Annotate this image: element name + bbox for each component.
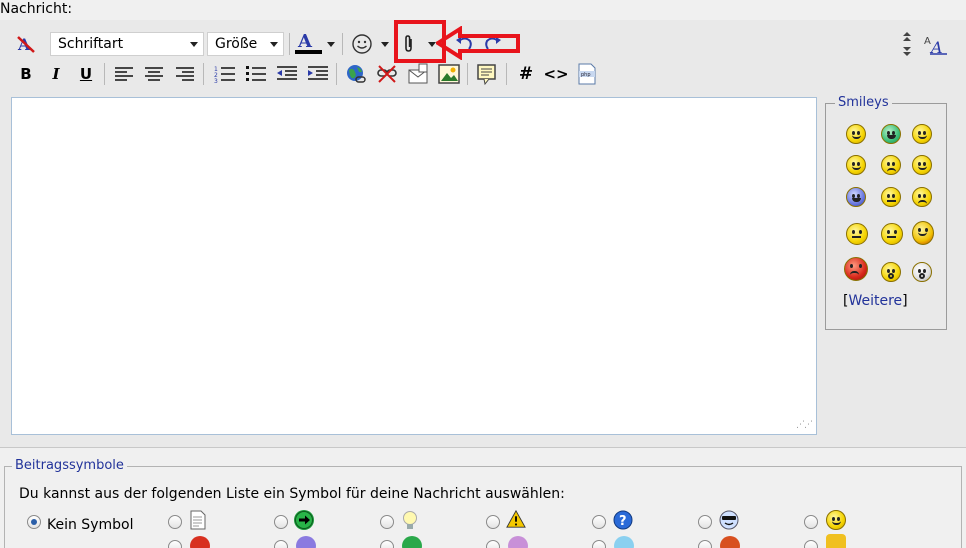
post-icon-radio[interactable] bbox=[380, 540, 394, 548]
post-icon-radio-none[interactable] bbox=[27, 515, 41, 529]
align-center-icon[interactable] bbox=[142, 62, 166, 86]
svg-text:?: ? bbox=[619, 514, 627, 529]
bracket-close: ] bbox=[902, 293, 908, 309]
size-select-value: Größe bbox=[215, 36, 258, 52]
size-select[interactable]: Größe bbox=[207, 32, 284, 56]
annotation-arrow-icon bbox=[436, 26, 520, 60]
thumbs-up-icon bbox=[826, 534, 846, 548]
indent-icon[interactable] bbox=[306, 62, 330, 86]
warning-icon bbox=[506, 509, 526, 529]
smiley-happy-icon[interactable] bbox=[846, 124, 866, 144]
post-icon-radio[interactable] bbox=[592, 515, 606, 529]
post-icons-description: Du kannst aus der folgenden Liste ein Sy… bbox=[19, 486, 565, 502]
php-code-icon[interactable]: php bbox=[575, 62, 599, 86]
chevron-down-icon bbox=[270, 42, 278, 47]
message-label: Nachricht: bbox=[0, 1, 73, 17]
toolbar-separator bbox=[104, 63, 105, 85]
document-icon bbox=[188, 510, 208, 530]
toolbar-separator bbox=[203, 63, 204, 85]
smiley-insert-icon[interactable] bbox=[350, 32, 374, 56]
post-icon-radio[interactable] bbox=[698, 540, 712, 548]
post-icon-radio[interactable] bbox=[592, 540, 606, 548]
svg-text:php: php bbox=[581, 72, 591, 78]
toolbar-separator bbox=[336, 63, 337, 85]
post-icon-radio[interactable] bbox=[168, 540, 182, 548]
svg-text:A: A bbox=[924, 36, 931, 47]
svg-text:3: 3 bbox=[214, 78, 218, 83]
toolbar-separator bbox=[467, 63, 468, 85]
smiley-laugh-icon[interactable] bbox=[846, 187, 866, 207]
post-icon-radio[interactable] bbox=[804, 515, 818, 529]
post-icon-radio[interactable] bbox=[804, 540, 818, 548]
toolbar-separator bbox=[506, 63, 507, 85]
resize-toggle-icon[interactable] bbox=[895, 32, 919, 56]
font-color-icon[interactable]: A bbox=[294, 31, 324, 55]
post-icon-none-label: Kein Symbol bbox=[47, 517, 134, 533]
toolbar-separator bbox=[289, 33, 290, 55]
remove-link-icon[interactable] bbox=[375, 62, 399, 86]
toolbar-separator bbox=[342, 33, 343, 55]
message-textarea[interactable]: ⋰⋰ bbox=[11, 97, 817, 435]
smiley-surprised-icon[interactable] bbox=[881, 262, 901, 282]
remove-format-icon[interactable]: A bbox=[14, 32, 38, 56]
smile-icon bbox=[826, 510, 846, 530]
unordered-list-icon[interactable] bbox=[244, 62, 268, 86]
post-icon-radio[interactable] bbox=[274, 540, 288, 548]
insert-image-icon[interactable] bbox=[437, 62, 461, 86]
cool-face-icon bbox=[719, 510, 739, 530]
smiley-sad-icon[interactable] bbox=[881, 155, 901, 175]
smiley-neutral-icon[interactable] bbox=[846, 223, 868, 245]
font-select[interactable]: Schriftart bbox=[50, 32, 204, 56]
chevron-down-icon[interactable] bbox=[327, 42, 335, 47]
insert-quote-icon[interactable] bbox=[475, 62, 499, 86]
smiley-smile-icon[interactable] bbox=[912, 124, 932, 144]
align-left-icon[interactable] bbox=[112, 62, 136, 86]
hash-code-icon[interactable]: # bbox=[514, 62, 538, 86]
smiley-angry-icon[interactable] bbox=[844, 257, 868, 281]
post-icon-radio[interactable] bbox=[698, 515, 712, 529]
smiley-frown-icon[interactable] bbox=[912, 187, 932, 207]
align-right-icon[interactable] bbox=[173, 62, 197, 86]
post-icon-radio[interactable] bbox=[168, 515, 182, 529]
smiley-grin-icon[interactable] bbox=[881, 124, 901, 144]
smileys-title: Smileys bbox=[835, 95, 892, 110]
post-icon-radio[interactable] bbox=[274, 515, 288, 529]
lightbulb-icon bbox=[400, 510, 420, 530]
html-code-icon[interactable]: <> bbox=[543, 62, 568, 86]
italic-icon[interactable]: I bbox=[44, 62, 68, 86]
smiley-wink-icon[interactable] bbox=[846, 155, 866, 175]
switch-editor-mode-icon[interactable]: A A bbox=[924, 32, 948, 56]
post-icon-radio[interactable] bbox=[486, 515, 500, 529]
post-icons-fieldset bbox=[4, 466, 962, 548]
resize-grip-icon[interactable]: ⋰⋰ bbox=[796, 420, 813, 430]
ordered-list-icon[interactable]: 123 bbox=[213, 62, 237, 86]
smiley-devil-icon[interactable] bbox=[912, 221, 934, 245]
smiley-rolleyes-icon[interactable] bbox=[881, 223, 903, 245]
outdent-icon[interactable] bbox=[275, 62, 299, 86]
underline-icon[interactable]: U bbox=[74, 62, 98, 86]
smiley-cool-icon[interactable] bbox=[912, 155, 932, 175]
svg-text:A: A bbox=[929, 38, 943, 55]
post-icon-radio[interactable] bbox=[486, 540, 500, 548]
font-select-value: Schriftart bbox=[58, 36, 124, 52]
question-icon: ? bbox=[613, 510, 633, 530]
insert-link-icon[interactable] bbox=[344, 62, 368, 86]
chevron-down-icon bbox=[190, 42, 198, 47]
svg-text:A: A bbox=[297, 31, 313, 52]
smiley-shocked-icon[interactable] bbox=[912, 262, 932, 282]
smiley-confused-icon[interactable] bbox=[881, 187, 901, 207]
post-icon-radio[interactable] bbox=[380, 515, 394, 529]
chevron-down-icon[interactable] bbox=[381, 42, 389, 47]
more-smileys-link[interactable]: Weitere bbox=[848, 293, 902, 309]
arrow-right-icon bbox=[294, 510, 314, 530]
insert-email-icon[interactable] bbox=[406, 62, 430, 86]
post-icons-title: Beitragssymbole bbox=[12, 458, 127, 473]
bold-icon[interactable]: B bbox=[14, 62, 38, 86]
more-smileys: [Weitere] bbox=[843, 293, 908, 309]
